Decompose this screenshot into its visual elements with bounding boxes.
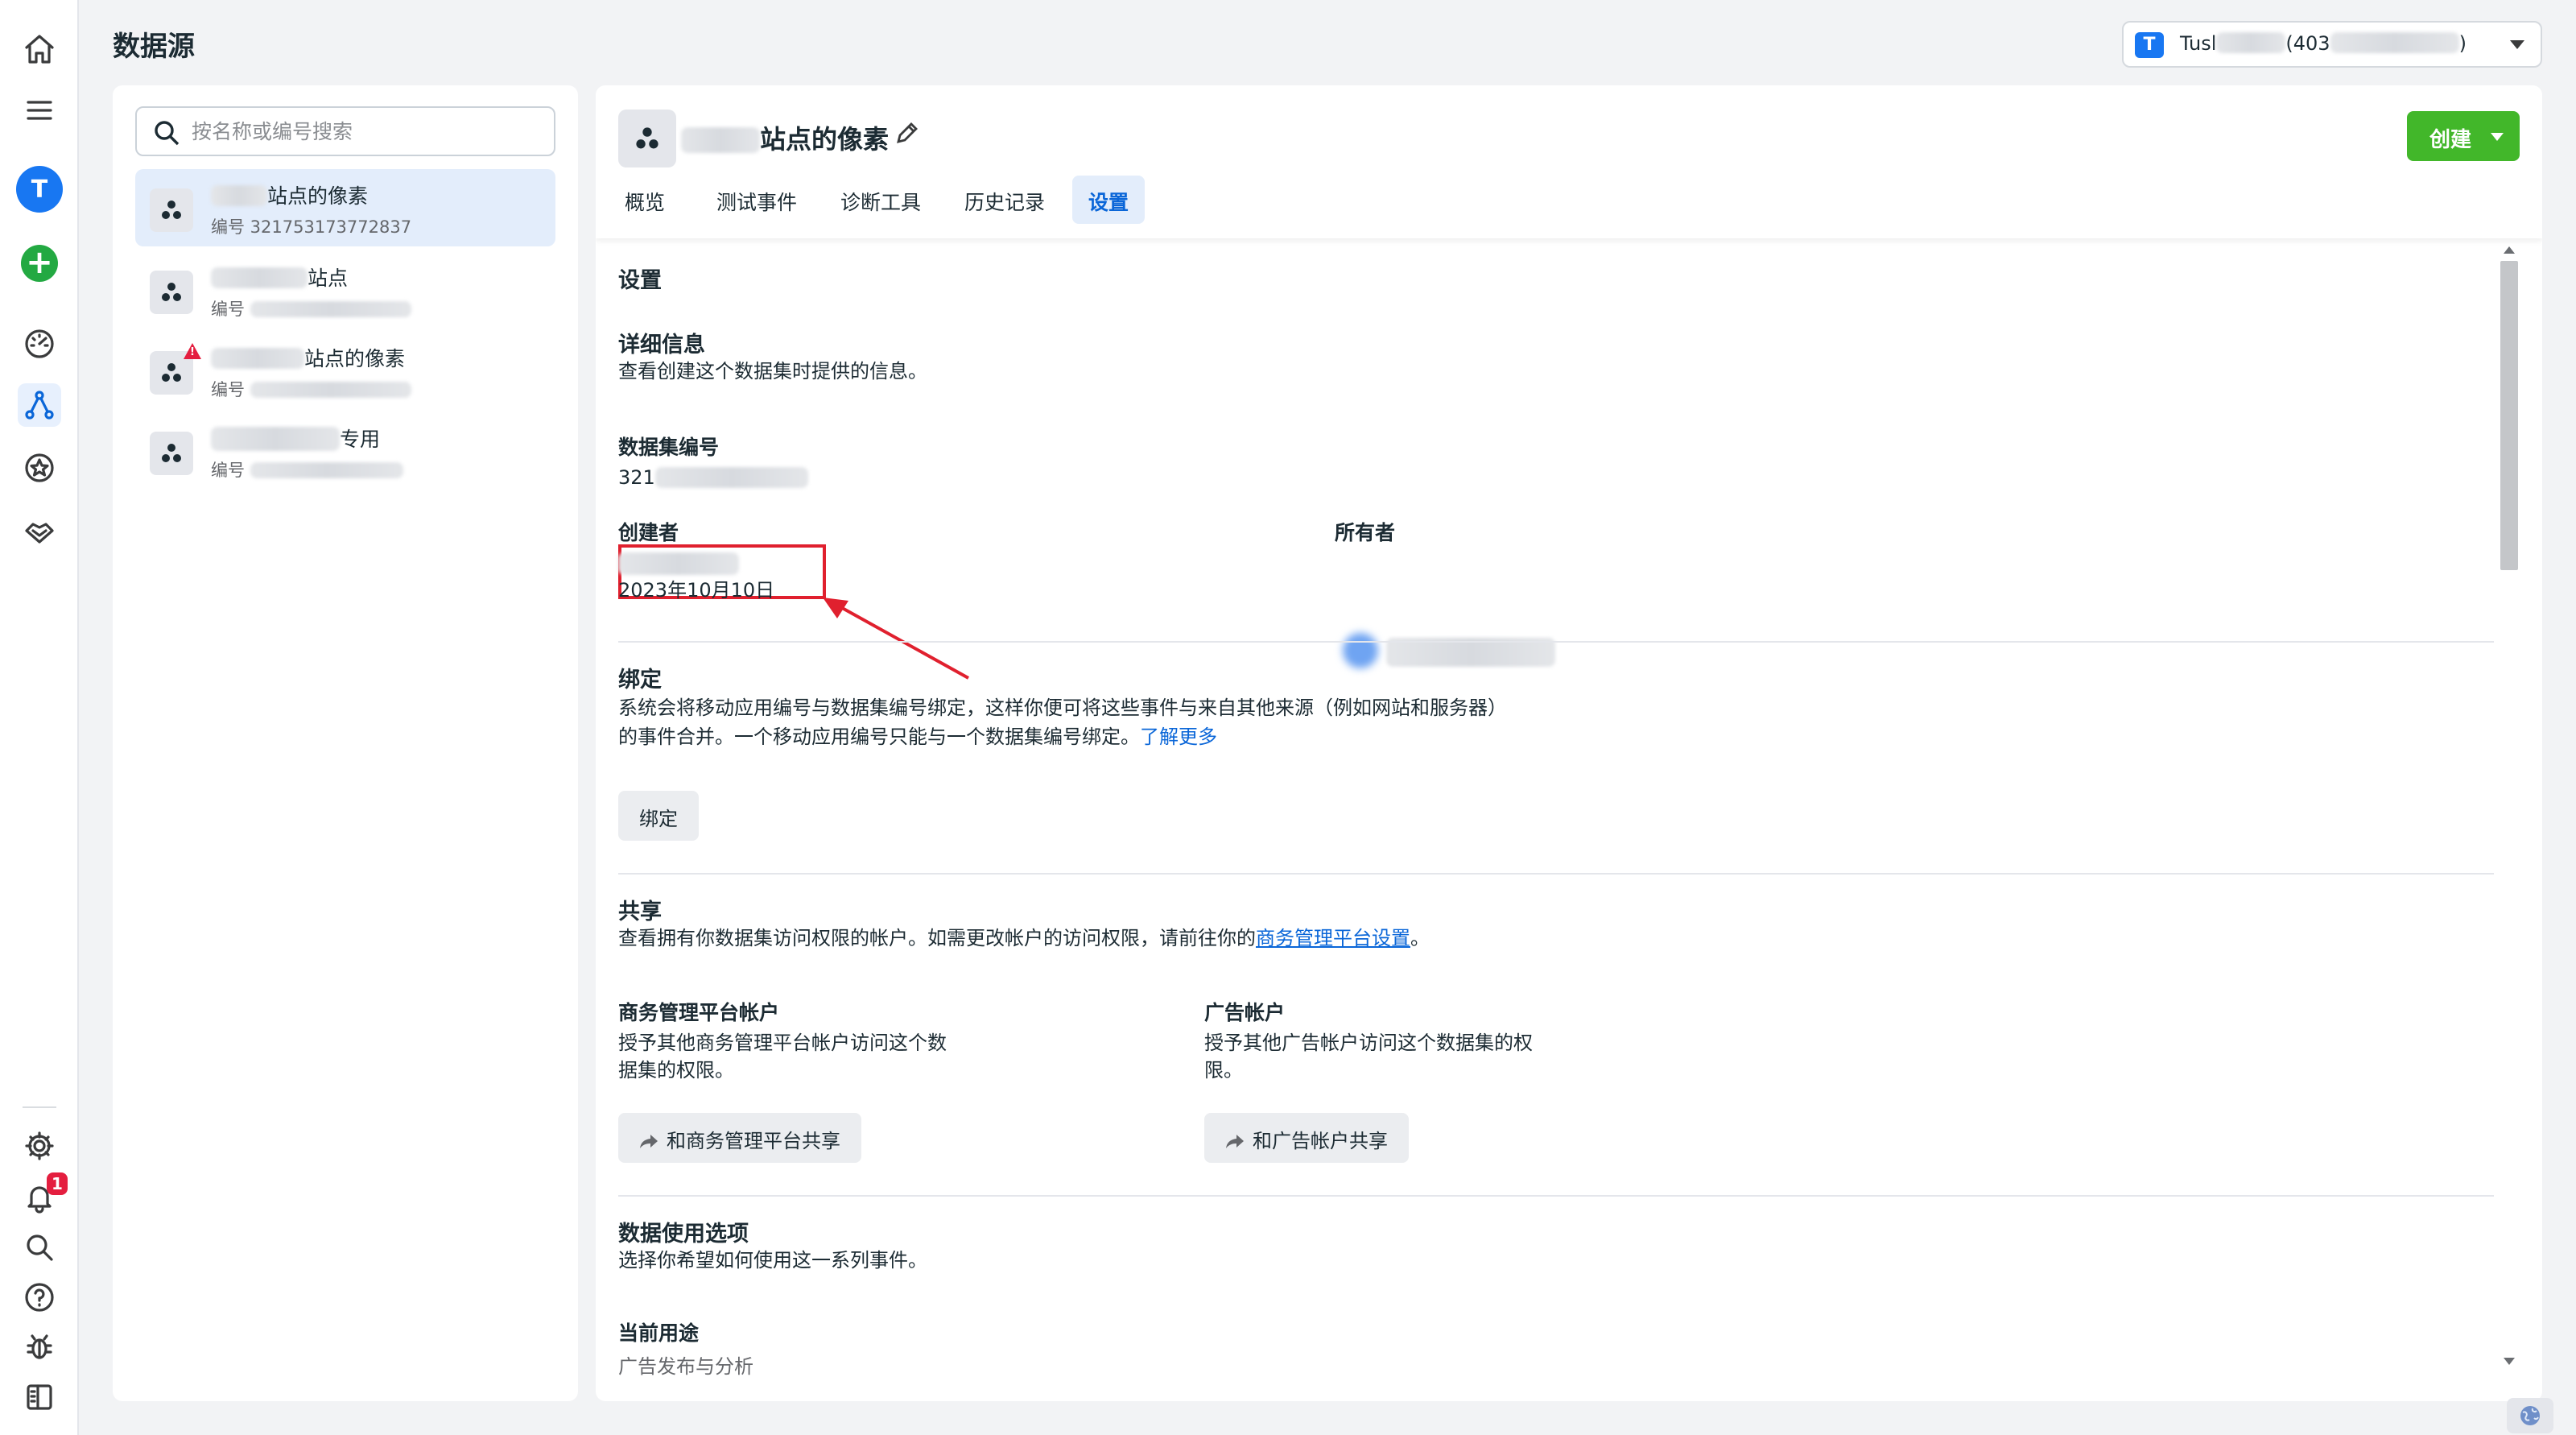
chevron-down-icon bbox=[2491, 133, 2504, 141]
panel-toggle-icon[interactable] bbox=[18, 1375, 61, 1419]
share-with-ad-account-button[interactable]: 和广告帐户共享 bbox=[1204, 1113, 1409, 1163]
dataset-id: 编号 bbox=[211, 457, 403, 482]
search-input[interactable] bbox=[192, 114, 546, 148]
dataset-icon bbox=[150, 271, 193, 314]
partner-handshake-icon[interactable] bbox=[18, 509, 61, 552]
scroll-thumb[interactable] bbox=[2500, 261, 2518, 570]
search-icon[interactable] bbox=[18, 1226, 61, 1269]
section-divider bbox=[618, 873, 2494, 875]
tab-diagnostics[interactable]: 诊断工具 bbox=[824, 176, 937, 224]
content-scrollbar[interactable] bbox=[2497, 238, 2521, 1374]
dataset-title: 站点的像素 bbox=[681, 119, 889, 156]
details-desc: 查看创建这个数据集时提供的信息。 bbox=[618, 360, 927, 383]
owner-avatar bbox=[1343, 633, 1378, 668]
tab-settings[interactable]: 设置 bbox=[1072, 176, 1146, 224]
menu-icon[interactable] bbox=[18, 89, 61, 132]
tab-test-events[interactable]: 测试事件 bbox=[700, 176, 813, 224]
detail-header: 站点的像素 创建 概览 测试事件 诊断工具 历史记录 设置 bbox=[596, 85, 2542, 238]
dataset-list-item[interactable]: 专用 编号 bbox=[135, 412, 555, 490]
dataset-name: 站点 bbox=[211, 263, 348, 292]
settings-heading: 设置 bbox=[618, 268, 662, 293]
share-arrow-icon bbox=[639, 1131, 658, 1148]
bm-desc-line2: 据集的权限。 bbox=[618, 1059, 734, 1081]
account-selector[interactable]: T Tusl (403) bbox=[2122, 21, 2542, 68]
dataset-id: 编号 bbox=[211, 377, 411, 401]
learn-more-link[interactable]: 了解更多 bbox=[1140, 726, 1217, 748]
binding-title: 绑定 bbox=[618, 668, 662, 693]
help-icon[interactable] bbox=[18, 1276, 61, 1319]
scroll-up-arrow[interactable] bbox=[2504, 246, 2515, 254]
dashboard-icon[interactable] bbox=[18, 322, 61, 366]
scroll-down-arrow[interactable] bbox=[2504, 1358, 2515, 1365]
sharing-title: 共享 bbox=[618, 899, 662, 924]
ad-accounts-title: 广告帐户 bbox=[1204, 1001, 1286, 1024]
account-badge: T bbox=[2135, 32, 2164, 58]
search-icon bbox=[155, 121, 180, 146]
binding-desc-line2: 的事件合并。一个移动应用编号只能与一个数据集编号绑定。了解更多 bbox=[618, 726, 1217, 748]
created-date: 2023年10月10日 bbox=[618, 579, 775, 602]
warning-icon: ! bbox=[184, 343, 201, 359]
business-settings-link[interactable]: 商务管理平台设置 bbox=[1256, 927, 1410, 949]
bm-desc-line1: 授予其他商务管理平台帐户访问这个数 bbox=[618, 1032, 947, 1054]
dataset-detail-panel: 站点的像素 创建 概览 测试事件 诊断工具 历史记录 设置 设置 详细信息 查看… bbox=[596, 85, 2542, 1401]
nav-rail: T + 1 bbox=[0, 0, 79, 1435]
dataset-icon bbox=[618, 110, 676, 167]
dataset-name: 专用 bbox=[211, 424, 380, 453]
dataset-list-item[interactable]: 站点的像素 编号 321753173772837 bbox=[135, 169, 555, 246]
dataset-id: 编号 bbox=[211, 296, 411, 320]
account-avatar[interactable]: T bbox=[16, 166, 63, 213]
annotation-arrow bbox=[823, 598, 969, 680]
star-icon[interactable] bbox=[18, 446, 61, 490]
edit-pencil-icon[interactable] bbox=[894, 119, 924, 150]
bm-accounts-title: 商务管理平台帐户 bbox=[618, 1001, 780, 1024]
ad-desc-line1: 授予其他广告帐户访问这个数据集的权 bbox=[1204, 1032, 1533, 1054]
settings-content: 设置 详细信息 查看创建这个数据集时提供的信息。 数据集编号 321 创建者 2… bbox=[618, 238, 2494, 1401]
section-divider bbox=[618, 641, 2494, 643]
ad-desc-line2: 限。 bbox=[1204, 1059, 1243, 1081]
usage-title: 数据使用选项 bbox=[618, 1222, 749, 1247]
creator-name-redacted bbox=[618, 552, 739, 575]
dataset-list-item[interactable]: ! 站点的像素 编号 bbox=[135, 332, 555, 409]
details-title: 详细信息 bbox=[618, 333, 705, 358]
dataset-list-item[interactable]: 站点 编号 bbox=[135, 251, 555, 329]
data-sources-icon[interactable] bbox=[18, 383, 61, 427]
notification-count-badge: 1 bbox=[47, 1172, 68, 1195]
page-title: 数据源 bbox=[113, 31, 195, 63]
dataset-list-panel: 站点的像素 编号 321753173772837 站点 编号 ! 站点的像素 编… bbox=[113, 85, 578, 1401]
current-usage-value: 广告发布与分析 bbox=[618, 1355, 753, 1378]
section-divider bbox=[618, 1195, 2494, 1197]
rail-divider bbox=[23, 1106, 56, 1108]
dataset-id-label: 数据集编号 bbox=[618, 436, 720, 459]
dataset-name: 站点的像素 bbox=[211, 180, 368, 209]
dataset-id: 编号 321753173772837 bbox=[211, 217, 412, 237]
dataset-search[interactable] bbox=[135, 106, 555, 156]
settings-gear-icon[interactable] bbox=[18, 1124, 61, 1168]
binding-desc-line1: 系统会将移动应用编号与数据集编号绑定，这样你便可将这些事件与来自其他来源（例如网… bbox=[618, 697, 1507, 719]
dataset-icon bbox=[150, 188, 193, 232]
current-usage-label: 当前用途 bbox=[618, 1321, 700, 1345]
home-icon[interactable] bbox=[18, 27, 61, 71]
dataset-name: 站点的像素 bbox=[211, 343, 405, 372]
share-arrow-icon bbox=[1225, 1131, 1245, 1148]
binding-button[interactable]: 绑定 bbox=[618, 791, 699, 841]
owner-label: 所有者 bbox=[1335, 521, 1396, 544]
create-button[interactable]: 创建 bbox=[2407, 111, 2520, 161]
tab-history[interactable]: 历史记录 bbox=[948, 176, 1061, 224]
tab-overview[interactable]: 概览 bbox=[609, 176, 681, 224]
account-name: Tusl (403) bbox=[2180, 32, 2467, 55]
dataset-icon bbox=[150, 432, 193, 475]
sharing-desc: 查看拥有你数据集访问权限的帐户。如需更改帐户的访问权限，请前往你的商务管理平台设… bbox=[618, 927, 1430, 949]
chevron-down-icon bbox=[2510, 40, 2524, 49]
share-with-business-manager-button[interactable]: 和商务管理平台共享 bbox=[618, 1113, 861, 1163]
bug-report-icon[interactable] bbox=[18, 1325, 61, 1369]
dataset-id-value: 321 bbox=[618, 464, 808, 492]
create-plus-icon[interactable]: + bbox=[21, 245, 58, 282]
usage-desc: 选择你希望如何使用这一系列事件。 bbox=[618, 1249, 927, 1272]
language-globe-icon[interactable] bbox=[2507, 1398, 2553, 1433]
creator-label: 创建者 bbox=[618, 521, 679, 544]
